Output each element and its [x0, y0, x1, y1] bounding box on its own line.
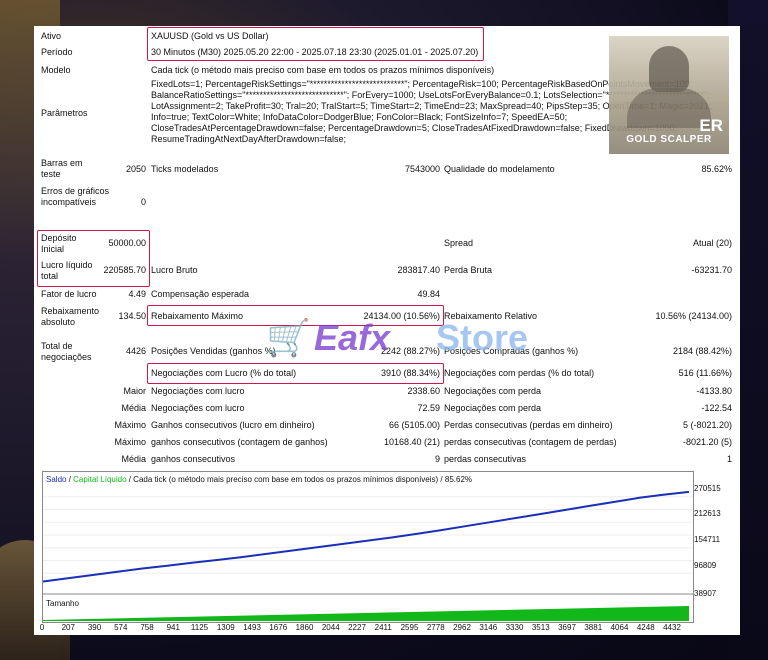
- chart-header: Saldo / Capital Líquido / Cada tick (o m…: [46, 474, 472, 485]
- media-lucro-value: 72.59: [417, 403, 440, 413]
- neg-perda-total-label: Negociações com perdas (% do total): [444, 368, 595, 378]
- rebaix-abs-label: Rebaixamento absoluto: [41, 306, 100, 327]
- compensacao-value: 49.84: [417, 289, 440, 299]
- maximo1-prefix: Máximo: [114, 420, 146, 430]
- barras-label: Barras em teste: [41, 158, 83, 179]
- maximo1-lucro-value: 66 (5105.00): [388, 420, 440, 430]
- balance-series-line: [43, 490, 690, 583]
- maximo2-perda-value: -8021.20 (5): [682, 437, 732, 447]
- ativo-label: Ativo: [41, 31, 62, 41]
- pos-compradas-value: 2184 (88.42%): [672, 346, 732, 356]
- lucro-bruto-label: Lucro Bruto: [151, 265, 198, 275]
- erros-value: 0: [140, 197, 146, 207]
- maximo2-perda-label: perdas consecutivas (contagem de perdas): [444, 437, 617, 447]
- ticks-value: 7543000: [404, 164, 440, 174]
- media2-lucro-value: 9: [434, 454, 440, 464]
- eafx-store-watermark: 🛒 Eafx Store: [266, 316, 528, 362]
- watermark-brand1: Eafx: [314, 317, 391, 358]
- perda-bruta-label: Perda Bruta: [444, 265, 493, 275]
- maior-prefix: Maior: [123, 386, 146, 396]
- logo-name: GOLD SCALPER: [626, 134, 712, 145]
- media-prefix: Média: [121, 403, 146, 413]
- barras-value: 2050: [125, 164, 146, 174]
- pos-vendidas-label: Posições Vendidas (ganhos %): [151, 346, 276, 356]
- perda-bruta-value: -63231.70: [691, 265, 732, 275]
- cart-icon: 🛒: [266, 317, 311, 358]
- logo-figure-head: [649, 46, 689, 92]
- highlight-box-profit-trades: [147, 363, 444, 384]
- highlight-box-deposit-profit: [37, 230, 150, 287]
- lucro-bruto-value: 283817.40: [397, 265, 440, 275]
- maior-perda-label: Negociações com perda: [444, 386, 542, 396]
- maior-lucro-value: 2338.60: [407, 386, 440, 396]
- y-tick-label: 38907: [694, 589, 717, 598]
- media2-perda-value: 1: [726, 454, 732, 464]
- rebaix-abs-value: 134.50: [118, 311, 146, 321]
- highlight-box-asset-period: [147, 27, 484, 61]
- maximo1-perda-value: 5 (-8021.20): [682, 420, 732, 430]
- chart-header-capital: Capital Líquido: [73, 475, 127, 484]
- media-lucro-label: Negociações com lucro: [151, 403, 245, 413]
- y-tick-label: 212613: [694, 509, 721, 518]
- maximo1-perda-label: Perdas consecutivas (perdas em dinheiro): [444, 420, 613, 430]
- logo-big-text: ER: [699, 116, 723, 135]
- gold-scalper-logo: ER GOLD SCALPER: [609, 36, 729, 154]
- total-neg-label: Total de negociações: [41, 341, 92, 362]
- ticks-label: Ticks modelados: [151, 164, 219, 174]
- total-neg-value: 4426: [125, 346, 146, 356]
- chart-header-saldo: Saldo: [46, 475, 67, 484]
- media-perda-label: Negociações com perda: [444, 403, 542, 413]
- spread-value: Atual (20): [692, 238, 732, 248]
- qualidade-value: 85.62%: [701, 164, 732, 174]
- volume-area: [43, 606, 689, 621]
- balance-chart-svg: [43, 490, 693, 621]
- strategy-tester-report: Ativo XAUUSD (Gold vs US Dollar) Período…: [34, 26, 740, 635]
- qualidade-label: Qualidade do modelamento: [444, 164, 555, 174]
- maximo2-prefix: Máximo: [114, 437, 146, 447]
- erros-label: Erros de gráficos incompatíveis: [41, 186, 110, 207]
- maximo2-lucro-value: 10168.40 (21): [383, 437, 440, 447]
- periodo-label: Período: [41, 47, 73, 57]
- rebaix-rel-value: 10.56% (24134.00): [655, 311, 732, 321]
- maior-perda-value: -4133.80: [696, 386, 732, 396]
- maior-lucro-label: Negociações com lucro: [151, 386, 245, 396]
- maximo2-lucro-label: ganhos consecutivos (contagem de ganhos): [151, 437, 328, 447]
- y-tick-label: 96809: [694, 561, 717, 570]
- modelo-label: Modelo: [41, 65, 71, 75]
- media-perda-value: -122.54: [701, 403, 732, 413]
- y-tick-label: 270515: [694, 484, 721, 493]
- watermark-brand2: Store: [436, 317, 529, 358]
- chart-volume-label: Tamanho: [46, 599, 79, 608]
- balance-chart: Saldo / Capital Líquido / Cada tick (o m…: [42, 471, 694, 623]
- neg-perda-total-value: 516 (11.66%): [678, 368, 732, 378]
- media2-perda-label: perdas consecutivas: [444, 454, 527, 464]
- compensacao-label: Compensação esperada: [151, 289, 250, 299]
- chart-header-rest: / Cada tick (o método mais preciso com b…: [126, 475, 472, 484]
- media2-lucro-label: ganhos consecutivos: [151, 454, 236, 464]
- x-tick-label: 4432: [663, 623, 681, 632]
- spread-label: Spread: [444, 238, 474, 248]
- media2-prefix: Média: [121, 454, 146, 464]
- modelo-value: Cada tick (o método mais preciso com bas…: [151, 65, 495, 75]
- maximo1-lucro-label: Ganhos consecutivos (lucro em dinheiro): [151, 420, 315, 430]
- fator-lucro-label: Fator de lucro: [41, 289, 97, 299]
- fator-lucro-value: 4.49: [128, 289, 146, 299]
- parametros-label: Parâmetros: [41, 108, 88, 118]
- y-tick-label: 154711: [694, 535, 721, 544]
